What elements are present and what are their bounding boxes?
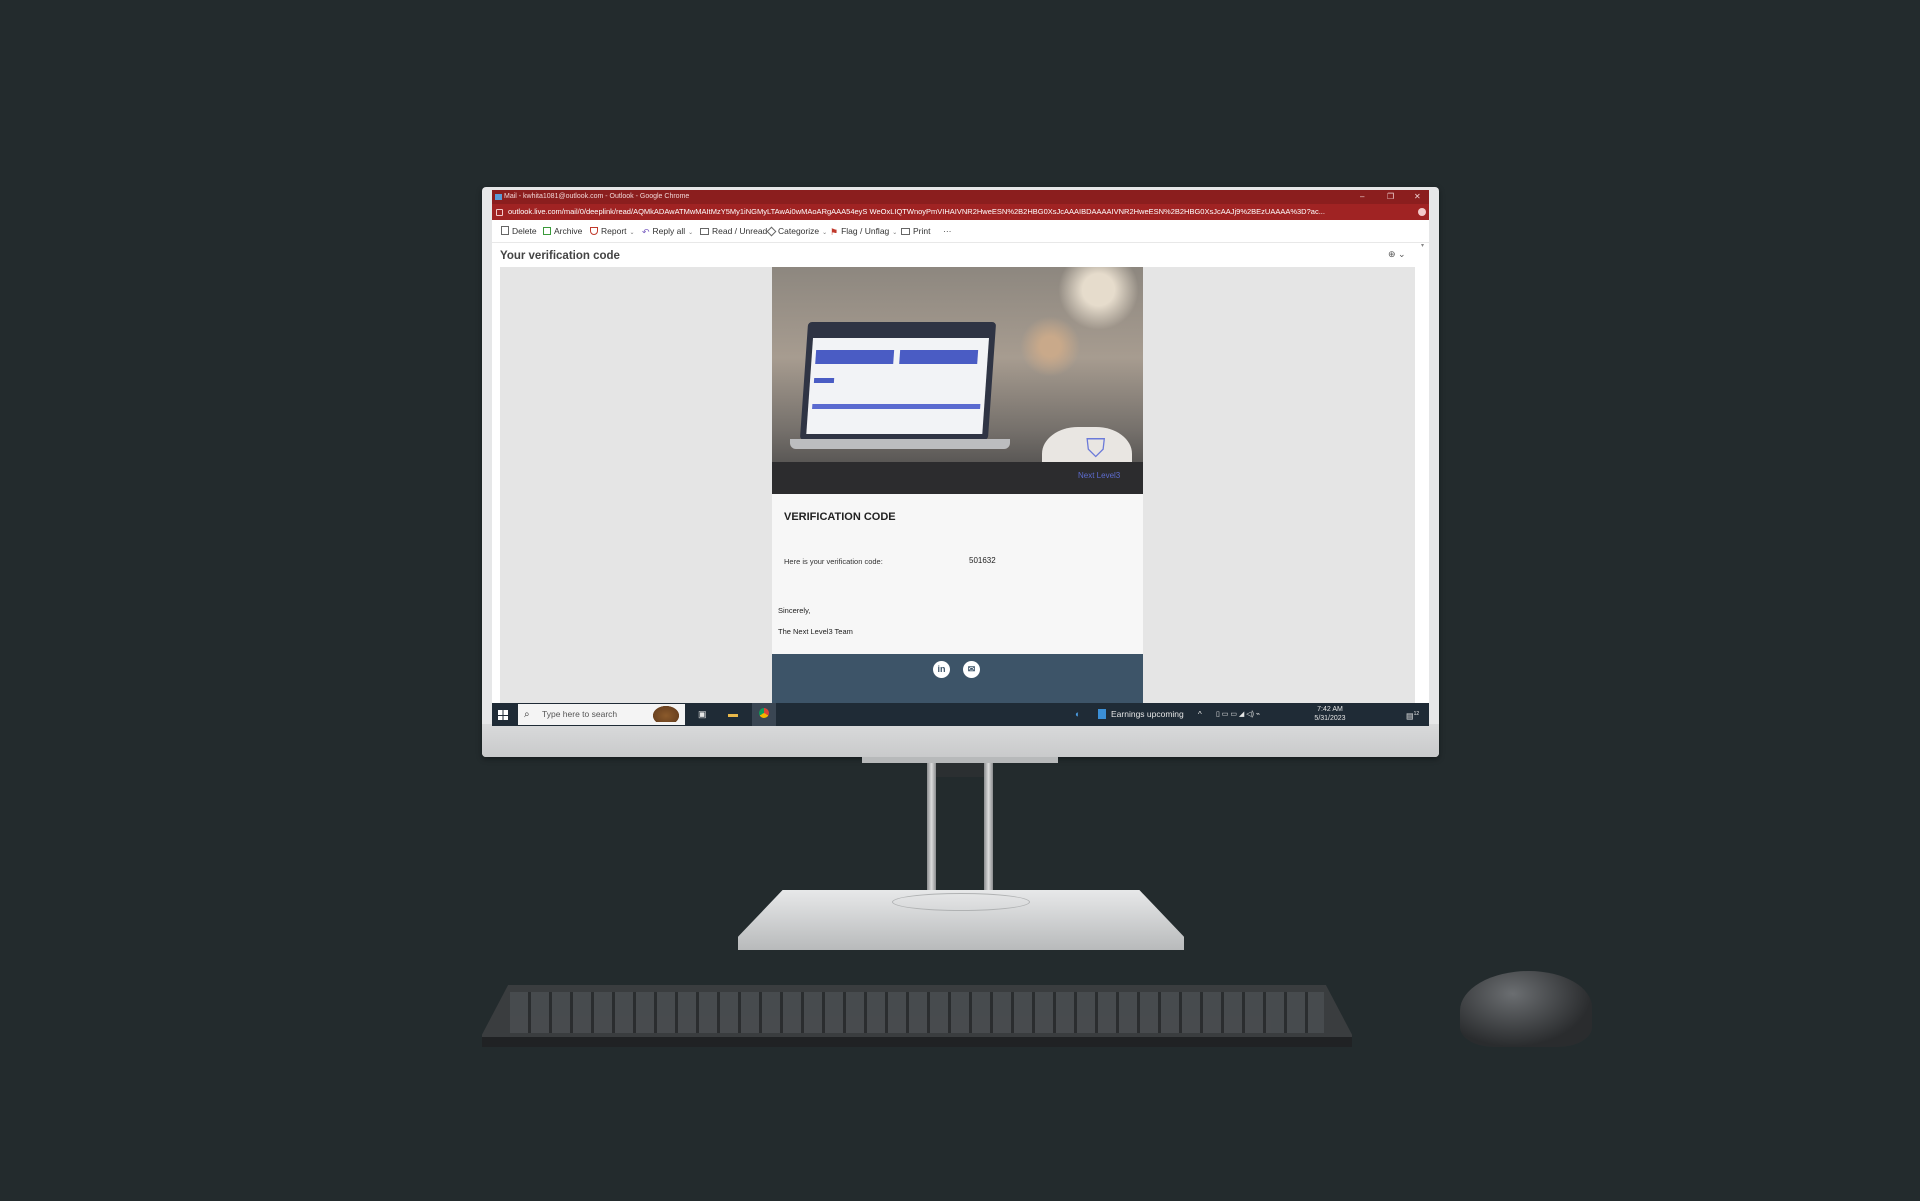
flag-label: Flag / Unflag: [841, 226, 890, 236]
trash-icon: [501, 226, 509, 235]
mail-toolbar: Delete Archive Report ⌄ ↶ Reply all ⌄ Read …: [492, 220, 1429, 243]
task-view-icon[interactable]: ▣: [698, 703, 707, 726]
lock-icon: [496, 209, 503, 216]
taskbar: ⌕ Type here to search ▣ ▬ ◐ Earnings upc…: [492, 703, 1429, 726]
browser-titlebar: Mail - kwhita1081@outlook.com - Outlook …: [492, 190, 1429, 204]
read-unread-label: Read / Unread: [712, 226, 768, 236]
verification-code: 501632: [969, 556, 996, 565]
url-text[interactable]: outlook.live.com/mail/0/deeplink/read/AQ…: [508, 204, 1408, 220]
verification-code-label: Here is your verification code:: [784, 557, 883, 566]
email-body: ⛉ Next Level3 VERIFICATION CODE Here is …: [772, 267, 1143, 726]
delete-button[interactable]: Delete: [501, 225, 537, 237]
close-button[interactable]: ✕: [1414, 190, 1421, 204]
news-icon: [1098, 709, 1106, 719]
shield-icon: [590, 227, 598, 235]
hero-image: ⛉ Next Level3: [772, 267, 1143, 494]
more-options-button[interactable]: ···: [943, 225, 952, 237]
shield-logo-icon: ⛉: [1086, 433, 1106, 463]
verification-heading: VERIFICATION CODE: [784, 511, 896, 523]
window-title: Mail - kwhita1081@outlook.com - Outlook …: [504, 193, 690, 200]
app-tray-icon[interactable]: ◐: [1075, 703, 1080, 726]
weather-widget[interactable]: Earnings upcoming: [1098, 703, 1184, 726]
hero-logo-text: Next Level3: [1078, 471, 1121, 480]
chevron-down-icon: ⌄: [688, 230, 694, 236]
mail-subject: Your verification code: [500, 250, 620, 262]
print-button[interactable]: Print: [901, 225, 930, 237]
mail-icon[interactable]: ✉: [963, 661, 980, 678]
zoom-icon[interactable]: ⊕ ⌄: [1388, 249, 1406, 260]
printer-icon: [901, 228, 910, 235]
outlook-icon: [495, 194, 502, 200]
clock-time: 7:42 AM: [1317, 706, 1343, 713]
categorize-label: Categorize: [778, 226, 820, 236]
clock[interactable]: 7:42 AM 5/31/2023: [1313, 705, 1347, 724]
search-highlight-image: [653, 706, 679, 722]
mouse: [1460, 971, 1592, 1047]
chevron-down-icon: ⌄: [892, 230, 898, 236]
reply-all-icon: ↶: [642, 227, 650, 237]
file-explorer-icon[interactable]: ▬: [728, 703, 738, 726]
flag-icon: ⚑: [830, 227, 839, 237]
flag-button[interactable]: ⚑ Flag / Unflag ⌄: [830, 225, 897, 239]
notification-count: 12: [1413, 711, 1420, 717]
search-placeholder: Type here to search: [542, 709, 618, 719]
envelope-icon: [700, 228, 709, 235]
address-bar[interactable]: outlook.live.com/mail/0/deeplink/read/AQ…: [492, 204, 1429, 220]
delete-label: Delete: [512, 226, 537, 236]
chevron-down-icon: ⌄: [629, 230, 635, 236]
tag-icon: [766, 226, 777, 237]
archive-label: Archive: [554, 226, 583, 236]
profile-icon[interactable]: [1418, 208, 1426, 216]
reply-all-button[interactable]: ↶ Reply all ⌄: [642, 225, 693, 239]
report-button[interactable]: Report ⌄: [590, 225, 635, 239]
sign-off: Sincerely,: [778, 606, 811, 615]
weather-text: Earnings upcoming: [1111, 709, 1184, 719]
windows-start-icon[interactable]: [498, 710, 508, 720]
signature: The Next Level3 Team: [778, 627, 853, 636]
chevron-down-icon: ⌄: [822, 230, 828, 236]
archive-button[interactable]: Archive: [543, 225, 582, 237]
monitor-base-ring: [892, 893, 1030, 911]
reply-all-label: Reply all: [652, 226, 686, 236]
notification-icon[interactable]: ▤12: [1406, 703, 1419, 726]
scrollbar[interactable]: ▾: [1421, 242, 1427, 252]
keyboard: [482, 985, 1352, 1047]
print-label: Print: [913, 226, 931, 236]
linkedin-icon[interactable]: in: [933, 661, 950, 678]
tray-icons[interactable]: ▯ ▭ ▭ ◢ ◁) ⌁: [1216, 703, 1260, 726]
report-label: Report: [601, 226, 627, 236]
clock-date: 5/31/2023: [1314, 715, 1346, 722]
chrome-taskbar-icon[interactable]: [752, 703, 776, 726]
minimize-button[interactable]: –: [1360, 190, 1364, 204]
read-unread-button[interactable]: Read / Unread: [700, 225, 767, 237]
monitor-chin: [482, 724, 1439, 757]
categorize-button[interactable]: Categorize ⌄: [766, 225, 828, 239]
chevron-up-icon[interactable]: ^: [1198, 703, 1202, 726]
restore-button[interactable]: ❐: [1387, 190, 1394, 204]
archive-icon: [543, 227, 551, 235]
laptop-image: [799, 322, 997, 440]
screen: Mail - kwhita1081@outlook.com - Outlook …: [492, 190, 1429, 726]
taskbar-search[interactable]: ⌕ Type here to search: [518, 704, 685, 725]
search-icon: ⌕: [524, 709, 530, 720]
